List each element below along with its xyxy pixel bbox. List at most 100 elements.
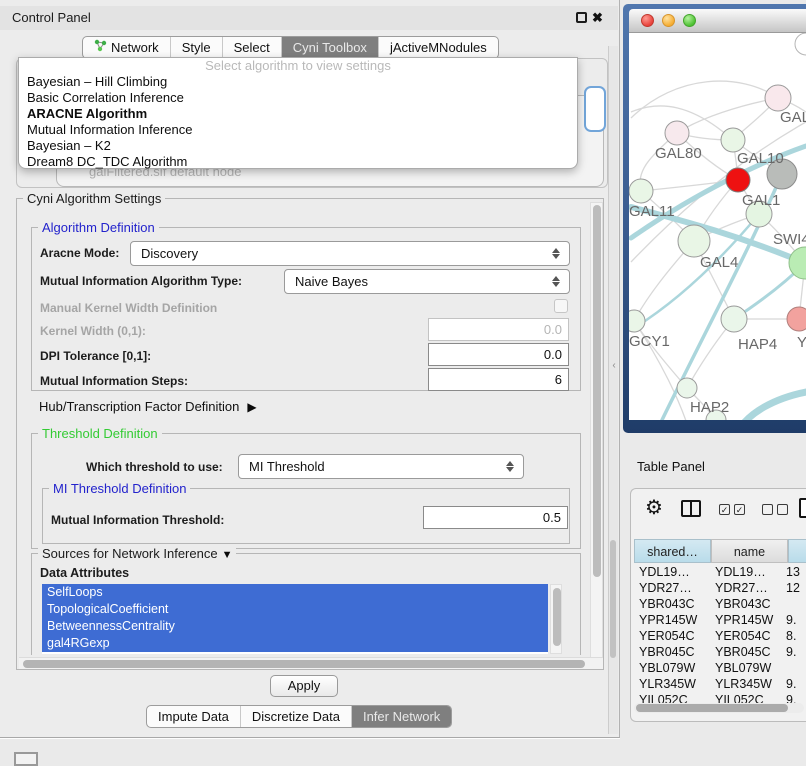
attributes-list-scrollbar[interactable] <box>550 584 562 654</box>
sources-title-expander[interactable]: Sources for Network Inference▼ <box>38 546 236 561</box>
node-gal-partial[interactable] <box>765 85 791 111</box>
attribute-list-item[interactable]: TopologicalCoefficient <box>42 601 548 618</box>
node-y-partial[interactable] <box>787 307 806 331</box>
dropdown-item[interactable]: Dream8 DC_TDC Algorithm <box>19 154 577 170</box>
scrollbar-thumb[interactable] <box>553 588 561 646</box>
tab-infer-network[interactable]: Infer Network <box>351 706 451 727</box>
table-horizontal-scrollbar[interactable] <box>634 703 804 713</box>
manual-kernel-width-label: Manual Kernel Width Definition <box>40 301 217 315</box>
scrollbar-thumb[interactable] <box>610 540 616 658</box>
node-gal80[interactable] <box>665 121 689 145</box>
hub-definition-expander[interactable]: Hub/Transcription Factor Definition▶ <box>39 399 257 414</box>
node-label-gal80: GAL80 <box>655 145 702 162</box>
node-hap4[interactable] <box>721 306 747 332</box>
network-window-titlebar[interactable] <box>629 9 806 33</box>
algorithm-definition-group: Algorithm Definition Aracne Mode: Discov… <box>31 227 581 391</box>
aracne-mode-select[interactable]: Discovery <box>130 241 570 266</box>
mi-steps-field[interactable]: 6 <box>428 368 569 391</box>
tab-cyni-toolbox[interactable]: Cyni Toolbox <box>281 37 378 58</box>
sources-group: Sources for Network Inference▼ Data Attr… <box>31 553 581 655</box>
cyni-bottom-tabs: Impute Data Discretize Data Infer Networ… <box>146 705 452 728</box>
tab-discretize-data[interactable]: Discretize Data <box>240 706 351 727</box>
document-icon[interactable] <box>799 498 806 518</box>
tab-impute-data[interactable]: Impute Data <box>147 706 240 727</box>
table-row[interactable]: YER054CYER054C8. <box>634 628 806 644</box>
collapsed-arrow-icon: ▶ <box>247 400 256 414</box>
float-window-icon[interactable] <box>576 12 587 23</box>
table-row[interactable]: YLR345WYLR345W9. <box>634 676 806 692</box>
gear-icon[interactable]: ⚙ <box>645 495 663 520</box>
node-unnamed-top[interactable] <box>795 33 806 55</box>
dropdown-item[interactable]: Bayesian – Hill Climbing <box>19 74 577 90</box>
panel-edge-scrollbar[interactable]: ‹ <box>608 46 618 734</box>
attribute-list-item[interactable]: SelfLoops <box>42 584 548 601</box>
scrollbar-thumb[interactable] <box>636 704 788 712</box>
table-row[interactable]: YPR145WYPR145W9. <box>634 612 806 628</box>
data-attributes-list: SelfLoopsTopologicalCoefficientBetweenne… <box>42 584 548 654</box>
table-panel-title: Table Panel <box>637 459 705 474</box>
table-row[interactable]: YBL079WYBL079W <box>634 660 806 676</box>
tab-select[interactable]: Select <box>222 37 281 58</box>
window-title: Control Panel <box>12 6 91 30</box>
dropdown-item[interactable]: ARACNE Algorithm <box>19 106 577 122</box>
node-label-hap4: HAP4 <box>738 336 777 353</box>
mi-algorithm-type-label: Mutual Information Algorithm Type: <box>40 274 242 288</box>
close-icon[interactable]: ✖ <box>592 8 603 28</box>
node-label-hap2: HAP2 <box>690 399 729 416</box>
split-view-icon[interactable] <box>681 500 701 517</box>
dpi-tolerance-field[interactable]: 0.0 <box>428 343 569 366</box>
network-view-window: GAL GAL80 GAL10 GAL1 GAL11 SWI4 GAL4 GCY… <box>623 4 806 433</box>
table-header: shared… name <box>634 539 806 563</box>
attribute-list-item[interactable]: gal4RGexp <box>42 635 548 652</box>
control-panel-window: Control Panel ✖ Network Style Select Cyn… <box>0 0 620 738</box>
network-graph: GAL GAL80 GAL10 GAL1 GAL11 SWI4 GAL4 GCY… <box>629 33 806 420</box>
checked-column-icon[interactable]: ✓ <box>719 504 730 515</box>
scrollbar-thumb[interactable] <box>23 660 585 668</box>
mi-algorithm-type-select[interactable]: Naive Bayes <box>284 269 570 294</box>
focused-widget-fragment <box>584 86 606 132</box>
tab-style[interactable]: Style <box>170 37 222 58</box>
splitter-collapse-arrow[interactable]: ‹ <box>609 360 619 371</box>
mac-zoom-button[interactable] <box>683 14 696 27</box>
column-header-shared[interactable]: shared… <box>634 539 711 563</box>
dropdown-item[interactable]: Bayesian – K2 <box>19 138 577 154</box>
node-label-y-partial: Y <box>797 334 806 351</box>
table-row[interactable]: YDR27…YDR27…12 <box>634 580 806 596</box>
node-gal11[interactable] <box>629 179 653 203</box>
mac-close-button[interactable] <box>641 14 654 27</box>
settings-vertical-scrollbar[interactable] <box>590 202 603 664</box>
node-label-gal1: GAL1 <box>742 192 780 209</box>
node-gal1-red[interactable] <box>726 168 750 192</box>
which-threshold-select[interactable]: MI Threshold <box>238 454 524 479</box>
table-row[interactable]: YBR043CYBR043C <box>634 596 806 612</box>
dropdown-item[interactable]: Basic Correlation Inference <box>19 90 577 106</box>
column-header-cut[interactable] <box>788 539 806 563</box>
node-gcy1[interactable] <box>629 310 645 332</box>
kernel-width-field[interactable]: 0.0 <box>428 318 569 341</box>
mi-threshold-field[interactable]: 0.5 <box>423 506 568 529</box>
node-gal10[interactable] <box>721 128 745 152</box>
control-panel-titlebar[interactable]: Control Panel ✖ <box>0 6 618 30</box>
tab-network[interactable]: Network <box>83 37 170 58</box>
network-canvas[interactable]: GAL GAL80 GAL10 GAL1 GAL11 SWI4 GAL4 GCY… <box>629 33 806 420</box>
tab-jactivemnodules[interactable]: jActiveMNodules <box>378 37 498 58</box>
table-row[interactable]: YBR045CYBR045C9. <box>634 644 806 660</box>
data-attributes-label: Data Attributes <box>40 566 129 580</box>
unchecked-column-icon[interactable] <box>777 504 788 515</box>
node-hap2[interactable] <box>677 378 697 398</box>
unchecked-column-icon[interactable] <box>762 504 773 515</box>
dropdown-placeholder: Select algorithm to view settings <box>19 58 577 74</box>
scrollbar-thumb[interactable] <box>593 205 601 577</box>
minimized-widget[interactable] <box>14 752 38 766</box>
dropdown-item[interactable]: Mutual Information Inference <box>19 122 577 138</box>
node-gal4[interactable] <box>678 225 710 257</box>
attribute-list-item[interactable]: BetweennessCentrality <box>42 618 548 635</box>
column-header-name[interactable]: name <box>711 539 788 563</box>
table-row[interactable]: YDL19…YDL19…13 <box>634 564 806 580</box>
apply-button[interactable]: Apply <box>270 675 338 697</box>
checked-column-icon[interactable]: ✓ <box>734 504 745 515</box>
manual-kernel-width-checkbox[interactable] <box>554 299 568 313</box>
settings-horizontal-scrollbar[interactable] <box>19 657 603 669</box>
mac-minimize-button[interactable] <box>662 14 675 27</box>
algorithm-definition-title: Algorithm Definition <box>38 220 159 235</box>
